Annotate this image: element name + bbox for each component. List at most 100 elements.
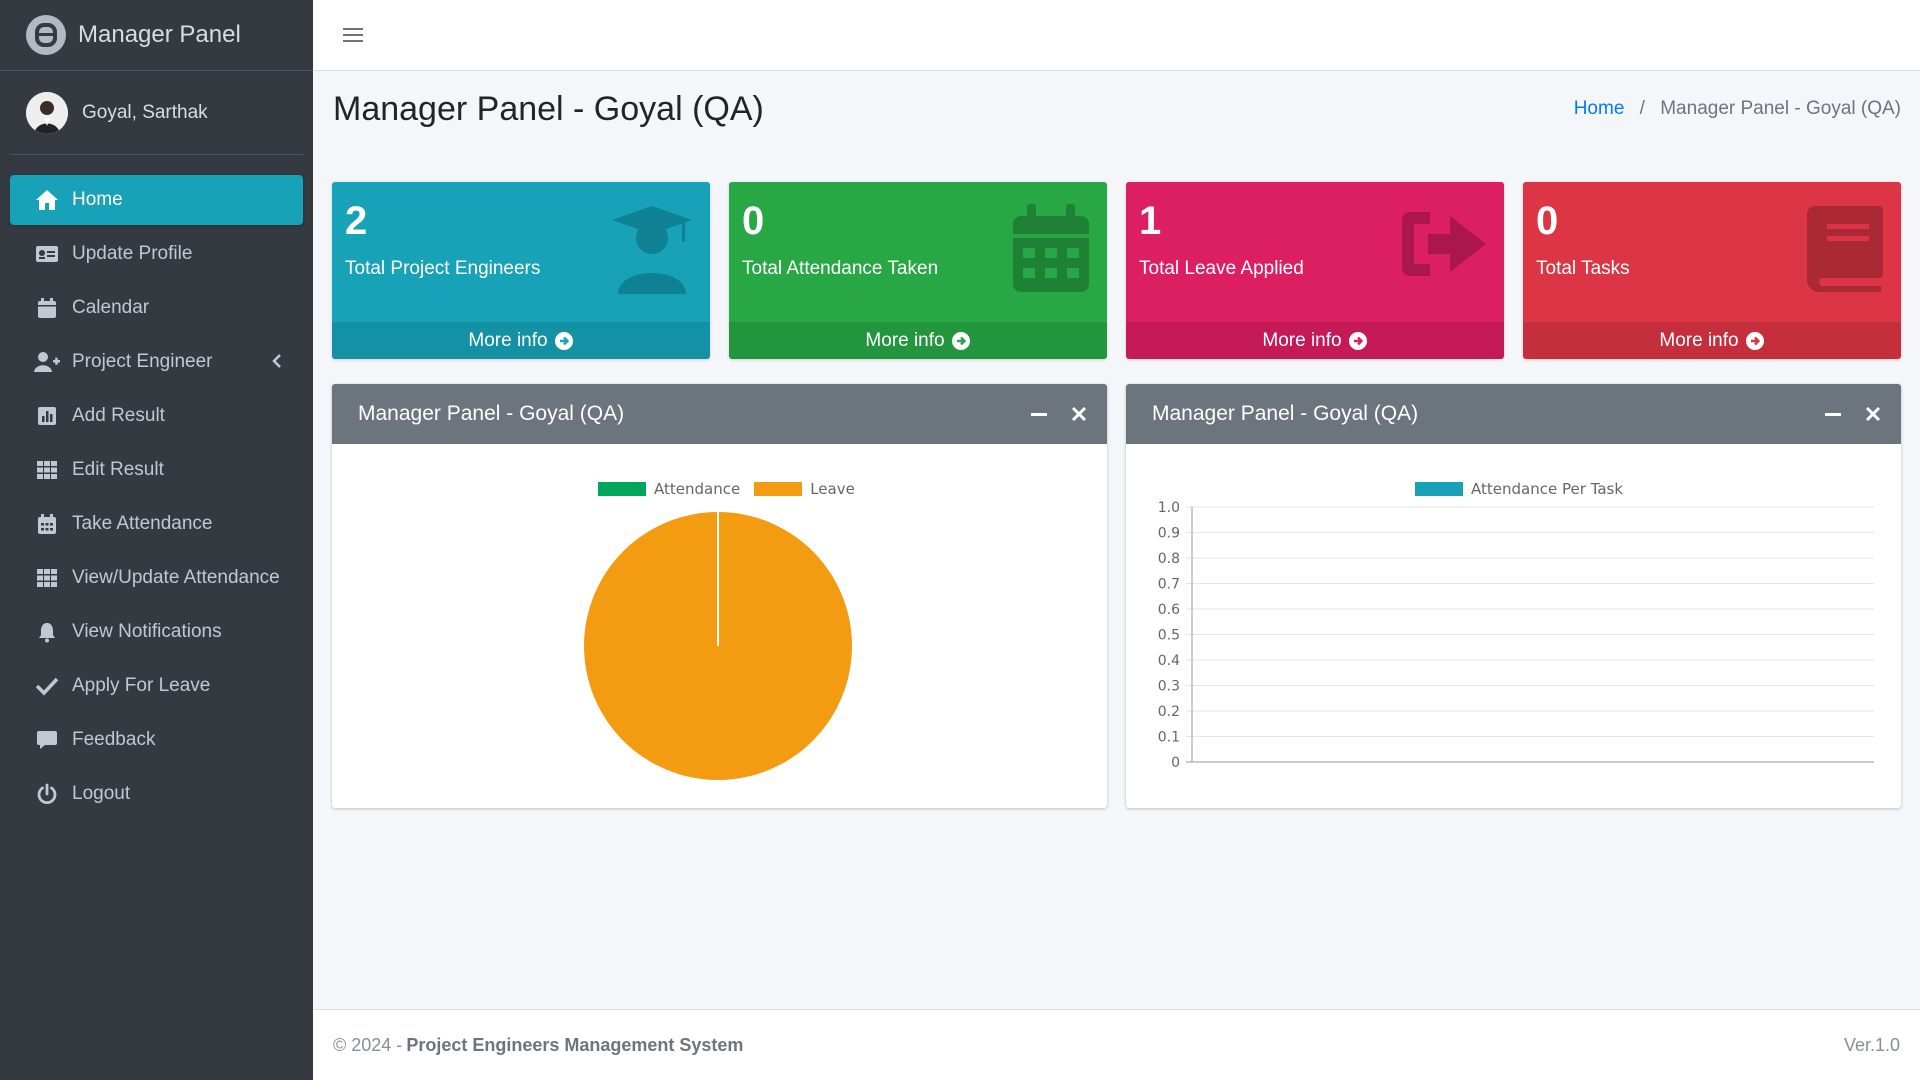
y-tick-label: 0.3 [1158,679,1180,695]
sidebar-item-label: Add Result [72,405,165,426]
sidebar-item-label: Calendar [72,297,150,318]
sidebar-item-logout[interactable]: Logout [10,769,303,819]
bar-chart: 1.0 0.9 0.8 0.7 0.6 0.5 0.4 0.3 0.2 0.1 0 [1158,500,1874,771]
arrow-circle-right-icon [554,331,574,351]
sidebar-item-label: Edit Result [72,459,164,480]
breadcrumb-separator: / [1639,98,1645,119]
more-info-link[interactable]: More info [332,322,710,359]
card-header: Manager Panel - Goyal (QA) [332,384,1107,444]
user-plus-icon [34,350,60,374]
user-name: Goyal, Sarthak [82,101,208,123]
sidebar: Manager Panel Goyal, Sarthak Home Update… [0,0,313,1080]
card-header: Manager Panel - Goyal (QA) [1126,384,1901,444]
more-info-label: More info [1262,329,1342,351]
sidebar-item-take-attendance[interactable]: Take Attendance [10,499,303,549]
sign-out-icon [1400,204,1488,289]
sidebar-item-add-result[interactable]: Add Result [10,391,303,441]
stat-box-tasks: 0 Total Tasks More info [1523,182,1901,359]
y-tick-label: 0.9 [1158,526,1180,542]
chevron-left-icon[interactable] [271,353,283,375]
sidebar-item-feedback[interactable]: Feedback [10,715,303,765]
more-info-link[interactable]: More info [1126,322,1504,359]
comment-icon [34,728,60,752]
sidebar-item-label: View Notifications [72,621,222,642]
footer: © 2024 - Project Engineers Management Sy… [313,1009,1920,1080]
brand-logo-icon [26,15,66,55]
pie-chart-card: Manager Panel - Goyal (QA) Attendance Le… [332,384,1107,808]
avatar [26,91,68,134]
pie-chart [584,512,852,780]
more-info-label: More info [468,329,548,351]
content-header: Manager Panel - Goyal (QA) Home / Manage… [333,90,1901,134]
arrow-circle-right-icon [1745,331,1765,351]
sidebar-item-label: Home [72,189,123,210]
close-icon[interactable] [1069,404,1089,424]
stat-box-attendance: 0 Total Attendance Taken More info [729,182,1107,359]
sidebar-item-edit-result[interactable]: Edit Result [10,445,303,495]
sidebar-nav: Home Update Profile Calendar Project Eng… [0,155,313,819]
sidebar-item-view-update-attendance[interactable]: View/Update Attendance [10,553,303,603]
grid-icon [34,566,60,590]
footer-copyright: © 2024 - [333,1034,403,1055]
arrow-circle-right-icon [1348,331,1368,351]
bell-icon [34,620,60,644]
footer-system-name[interactable]: Project Engineers Management System [406,1035,743,1056]
sidebar-item-view-notifications[interactable]: View Notifications [10,607,303,657]
chart-icon [34,404,60,428]
bar-chart-card: Manager Panel - Goyal (QA) Attendance Pe… [1126,384,1901,808]
sidebar-item-label: View/Update Attendance [72,567,280,588]
y-tick-label: 0.8 [1158,551,1180,567]
stat-box-project-engineers: 2 Total Project Engineers More info [332,182,710,359]
breadcrumb-current: Manager Panel - Goyal (QA) [1660,98,1901,119]
sidebar-item-home[interactable]: Home [10,175,303,225]
calendar-icon [1011,204,1091,299]
sidebar-item-label: Feedback [72,729,156,750]
sidebar-item-apply-for-leave[interactable]: Apply For Leave [10,661,303,711]
breadcrumb-home-link[interactable]: Home [1574,98,1625,119]
calendar-grid-icon [34,512,60,536]
y-tick-label: 1.0 [1158,500,1180,516]
home-icon [34,188,60,212]
brand-title: Manager Panel [78,21,241,48]
user-panel[interactable]: Goyal, Sarthak [10,71,303,155]
book-icon [1805,204,1885,299]
more-info-link[interactable]: More info [729,322,1107,359]
y-tick-label: 0.2 [1158,704,1180,720]
id-card-icon [34,242,60,266]
power-icon [34,782,60,806]
y-tick-label: 0.7 [1158,577,1180,593]
sidebar-item-project-engineer[interactable]: Project Engineer [10,337,303,387]
check-icon [34,674,60,698]
graduate-icon [610,204,694,299]
minus-icon[interactable] [1029,404,1049,424]
top-navbar [313,0,1920,71]
minus-icon[interactable] [1823,404,1843,424]
arrow-circle-right-icon [951,331,971,351]
y-tick-label: 0 [1171,755,1180,771]
card-title: Manager Panel - Goyal (QA) [358,402,625,425]
y-tick-label: 0.1 [1158,730,1180,746]
sidebar-item-label: Project Engineer [72,351,213,372]
sidebar-item-update-profile[interactable]: Update Profile [10,229,303,279]
y-tick-label: 0.6 [1158,602,1180,618]
card-body: Attendance Per Task 1.0 0.9 0.8 0.7 0.6 0.5 0.… [1126,444,1901,808]
footer-version: Ver.1.0 [1843,1034,1900,1055]
sidebar-item-label: Take Attendance [72,513,213,534]
card-title: Manager Panel - Goyal (QA) [1152,402,1419,425]
hamburger-menu-icon[interactable] [343,26,363,49]
more-info-link[interactable]: More info [1523,322,1901,359]
sidebar-item-label: Logout [72,783,131,804]
close-icon[interactable] [1863,404,1883,424]
grid-icon [34,458,60,482]
card-tools [1029,404,1089,424]
sidebar-item-calendar[interactable]: Calendar [10,283,303,333]
y-tick-label: 0.5 [1158,628,1180,644]
card-body: Attendance Leave [332,444,1107,808]
more-info-label: More info [865,329,945,351]
card-tools [1823,404,1883,424]
sidebar-item-label: Apply For Leave [72,675,211,696]
breadcrumb: Home / Manager Panel - Goyal (QA) [1574,98,1901,120]
brand-link[interactable]: Manager Panel [0,0,313,71]
y-tick-label: 0.4 [1158,653,1180,669]
calendar-icon [34,296,60,320]
